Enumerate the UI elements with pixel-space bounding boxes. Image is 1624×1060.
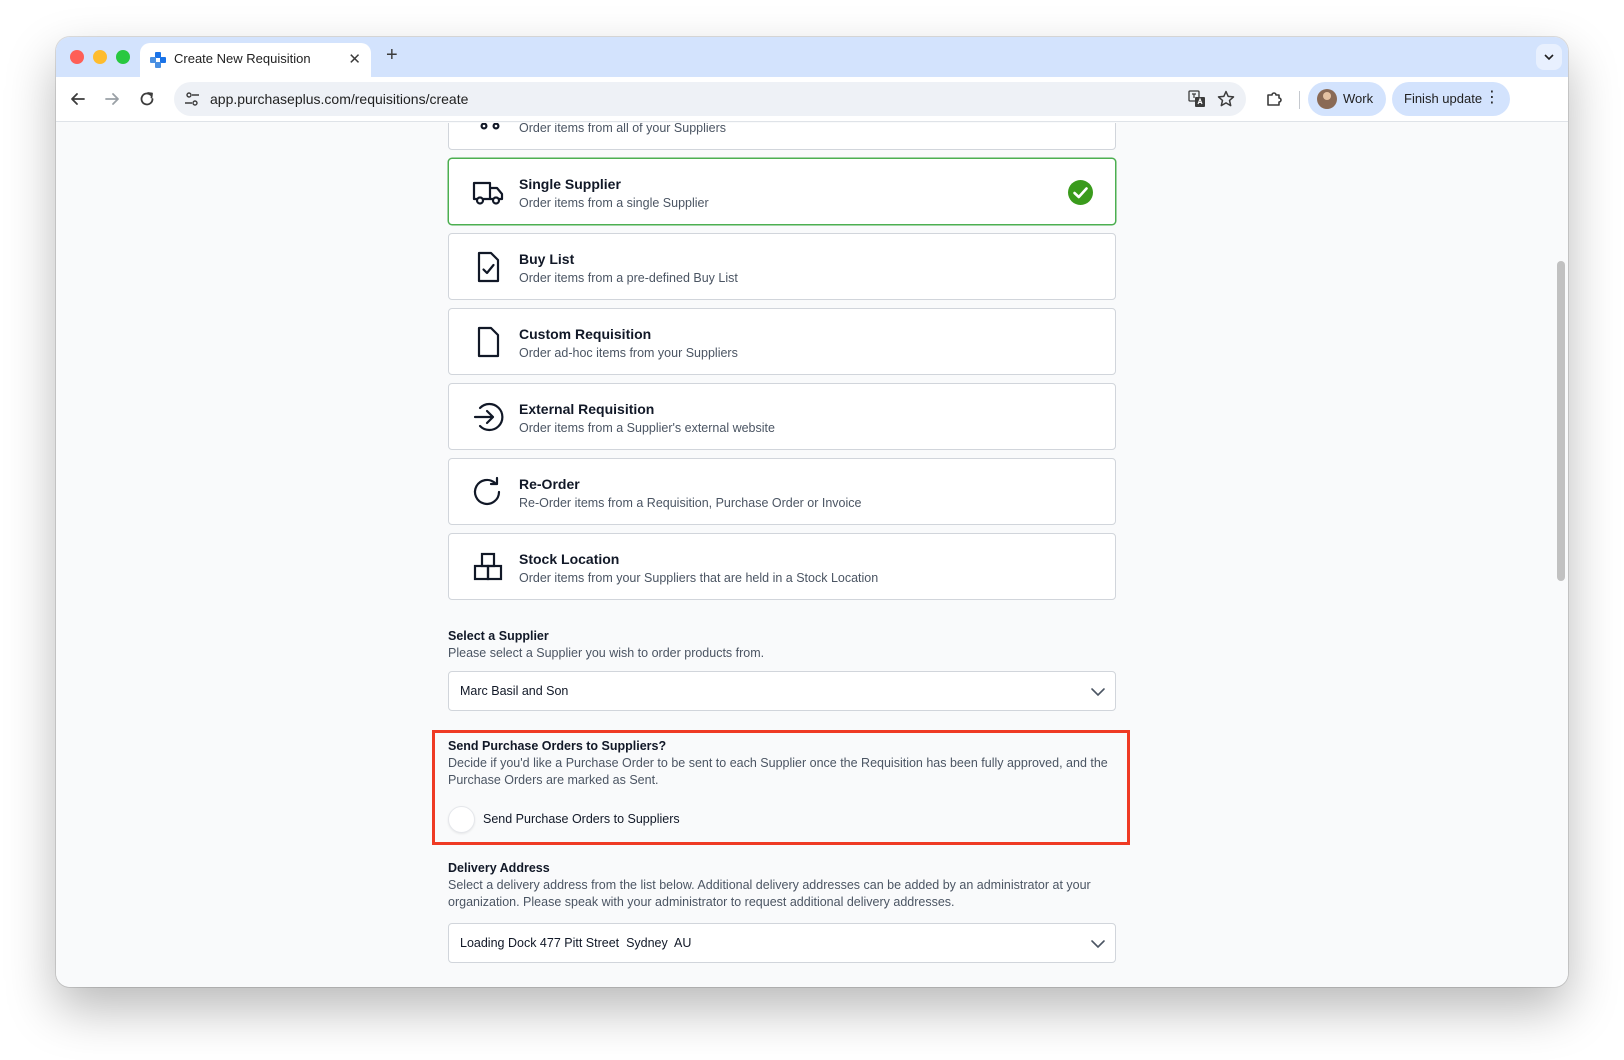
- option-description: Order items from all of your Suppliers: [519, 123, 727, 135]
- tab-search-button[interactable]: [1536, 44, 1562, 70]
- option-title: Custom Requisition: [519, 326, 652, 342]
- check-circle-icon: [1068, 180, 1093, 205]
- option-card-single-supplier[interactable]: Single Supplier Order items from a singl…: [448, 158, 1116, 225]
- finish-update-label: Finish update: [1404, 91, 1483, 106]
- close-window-button[interactable]: [70, 50, 84, 64]
- option-card-stock-location[interactable]: Stock Location Order items from your Sup…: [448, 533, 1116, 600]
- delivery-help: Select a delivery address from the list …: [448, 878, 1091, 909]
- avatar: [1317, 89, 1337, 109]
- bookmark-star-icon[interactable]: [1216, 89, 1236, 109]
- arrow-right-circle-icon: [473, 402, 504, 432]
- translate-icon[interactable]: [1188, 90, 1206, 108]
- option-title: Re-Order: [519, 476, 580, 492]
- new-tab-button[interactable]: +: [386, 44, 398, 67]
- back-arrow-icon[interactable]: [68, 89, 88, 109]
- option-description: Order items from a single Supplier: [519, 196, 709, 210]
- url-text[interactable]: app.purchaseplus.com/requisitions/create: [210, 91, 468, 107]
- option-description: Re-Order items from a Requisition, Purch…: [519, 496, 862, 510]
- finish-update-button[interactable]: Finish update ⋮: [1392, 82, 1510, 116]
- delivery-address-select[interactable]: Loading Dock 477 Pitt Street Sydney AU: [448, 923, 1116, 963]
- option-card-buy-list[interactable]: Buy List Order items from a pre-defined …: [448, 233, 1116, 300]
- toolbar-divider: [1299, 91, 1300, 109]
- more-menu-icon[interactable]: ⋮: [1484, 90, 1500, 106]
- option-title: Single Supplier: [519, 176, 621, 192]
- maximize-window-button[interactable]: [116, 50, 130, 64]
- option-description: Order items from your Suppliers that are…: [519, 571, 879, 585]
- option-card-re-order[interactable]: Re-Order Re-Order items from a Requisiti…: [448, 458, 1116, 525]
- page-scrollbar[interactable]: [1557, 261, 1565, 581]
- option-title: External Requisition: [519, 401, 655, 417]
- truck-icon: [472, 181, 504, 205]
- option-description: Order items from a Supplier's external w…: [519, 421, 775, 435]
- tab-strip: Create New Requisition ✕ +: [56, 37, 1568, 77]
- option-card-all-suppliers[interactable]: Order items from all of your Suppliers: [448, 123, 1116, 150]
- chevron-down-icon: [1544, 54, 1554, 61]
- supplier-help: Please select a Supplier you wish to ord…: [448, 646, 765, 660]
- annotation-highlight-box: [432, 730, 1130, 845]
- supplier-label: Select a Supplier: [448, 629, 549, 643]
- option-title: Buy List: [519, 251, 575, 267]
- site-settings-icon[interactable]: [184, 91, 200, 107]
- chevron-down-icon: [1091, 688, 1105, 697]
- profile-button[interactable]: Work: [1308, 82, 1386, 116]
- forward-arrow-icon[interactable]: [102, 89, 122, 109]
- browser-window: Create New Requisition ✕ + app.purchasep…: [56, 37, 1568, 987]
- extensions-puzzle-icon[interactable]: [1264, 89, 1284, 109]
- boxes-icon: [473, 552, 503, 581]
- refresh-icon: [473, 476, 501, 505]
- option-title: Stock Location: [519, 551, 620, 567]
- option-description: Order items from a pre-defined Buy List: [519, 271, 738, 285]
- document-icon: [477, 326, 500, 358]
- supplier-select[interactable]: Marc Basil and Son: [448, 671, 1116, 711]
- reload-icon[interactable]: [137, 89, 157, 109]
- option-description: Order ad-hoc items from your Suppliers: [519, 346, 738, 360]
- chevron-down-icon: [1091, 940, 1105, 949]
- profile-label: Work: [1343, 91, 1374, 106]
- page-viewport: Order items from all of your Suppliers S…: [56, 123, 1568, 987]
- supplier-value: Marc Basil and Son: [460, 684, 569, 698]
- minimize-window-button[interactable]: [93, 50, 107, 64]
- purchaseplus-favicon-icon: [150, 52, 166, 68]
- option-card-external-requisition[interactable]: External Requisition Order items from a …: [448, 383, 1116, 450]
- delivery-value: Loading Dock 477 Pitt Street Sydney AU: [460, 936, 692, 950]
- browser-tab[interactable]: Create New Requisition ✕: [140, 43, 371, 77]
- tab-title: Create New Requisition: [174, 51, 311, 66]
- option-card-custom-requisition[interactable]: Custom Requisition Order ad-hoc items fr…: [448, 308, 1116, 375]
- delivery-label: Delivery Address: [448, 861, 550, 875]
- document-check-icon: [477, 251, 500, 283]
- address-bar[interactable]: app.purchaseplus.com/requisitions/create: [174, 82, 1246, 116]
- close-tab-icon[interactable]: ✕: [348, 50, 361, 68]
- browser-toolbar: app.purchaseplus.com/requisitions/create…: [56, 77, 1568, 122]
- cart-icon: [480, 123, 500, 130]
